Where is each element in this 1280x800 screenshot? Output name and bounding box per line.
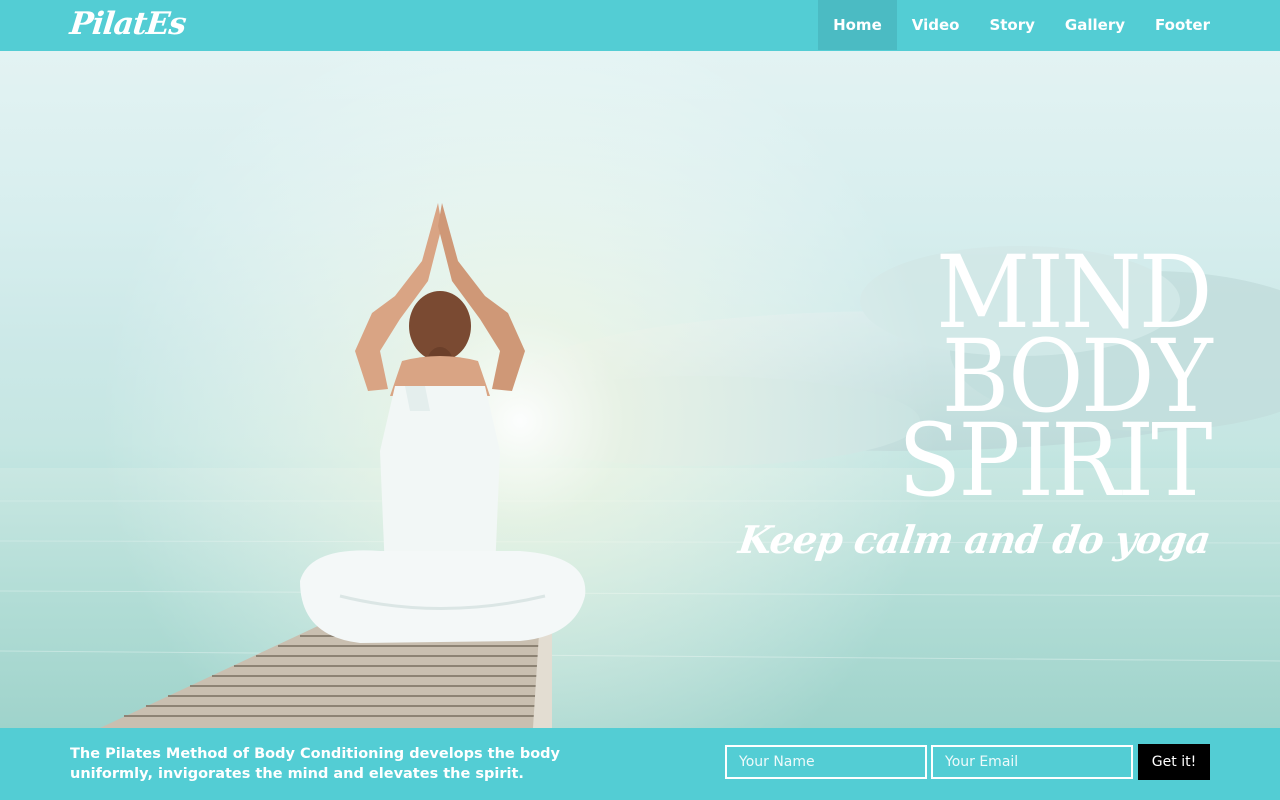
nav-story[interactable]: Story [974, 0, 1049, 50]
hero-tagline: Keep calm and do yoga [736, 517, 1214, 562]
main-nav: Home Video Story Gallery Footer [818, 0, 1225, 50]
headline-spirit: SPIRIT [898, 402, 1212, 519]
nav-video[interactable]: Video [897, 0, 975, 50]
signup-bar: The Pilates Method of Body Conditioning … [0, 728, 1280, 800]
email-input[interactable] [931, 745, 1133, 779]
nav-gallery[interactable]: Gallery [1050, 0, 1140, 50]
top-navbar: PilatEs Home Video Story Gallery Footer [0, 0, 1280, 51]
nav-home[interactable]: Home [818, 0, 897, 50]
name-input[interactable] [725, 745, 927, 779]
pilates-logo[interactable]: PilatEs [68, 4, 188, 44]
hero-headline: MIND BODY SPIRIT [871, 243, 1212, 519]
signup-blurb: The Pilates Method of Body Conditioning … [70, 746, 560, 782]
hero-section: MIND BODY SPIRIT Keep calm and do yoga [0, 51, 1280, 728]
get-it-button[interactable]: Get it! [1138, 744, 1210, 780]
nav-footer[interactable]: Footer [1140, 0, 1225, 50]
